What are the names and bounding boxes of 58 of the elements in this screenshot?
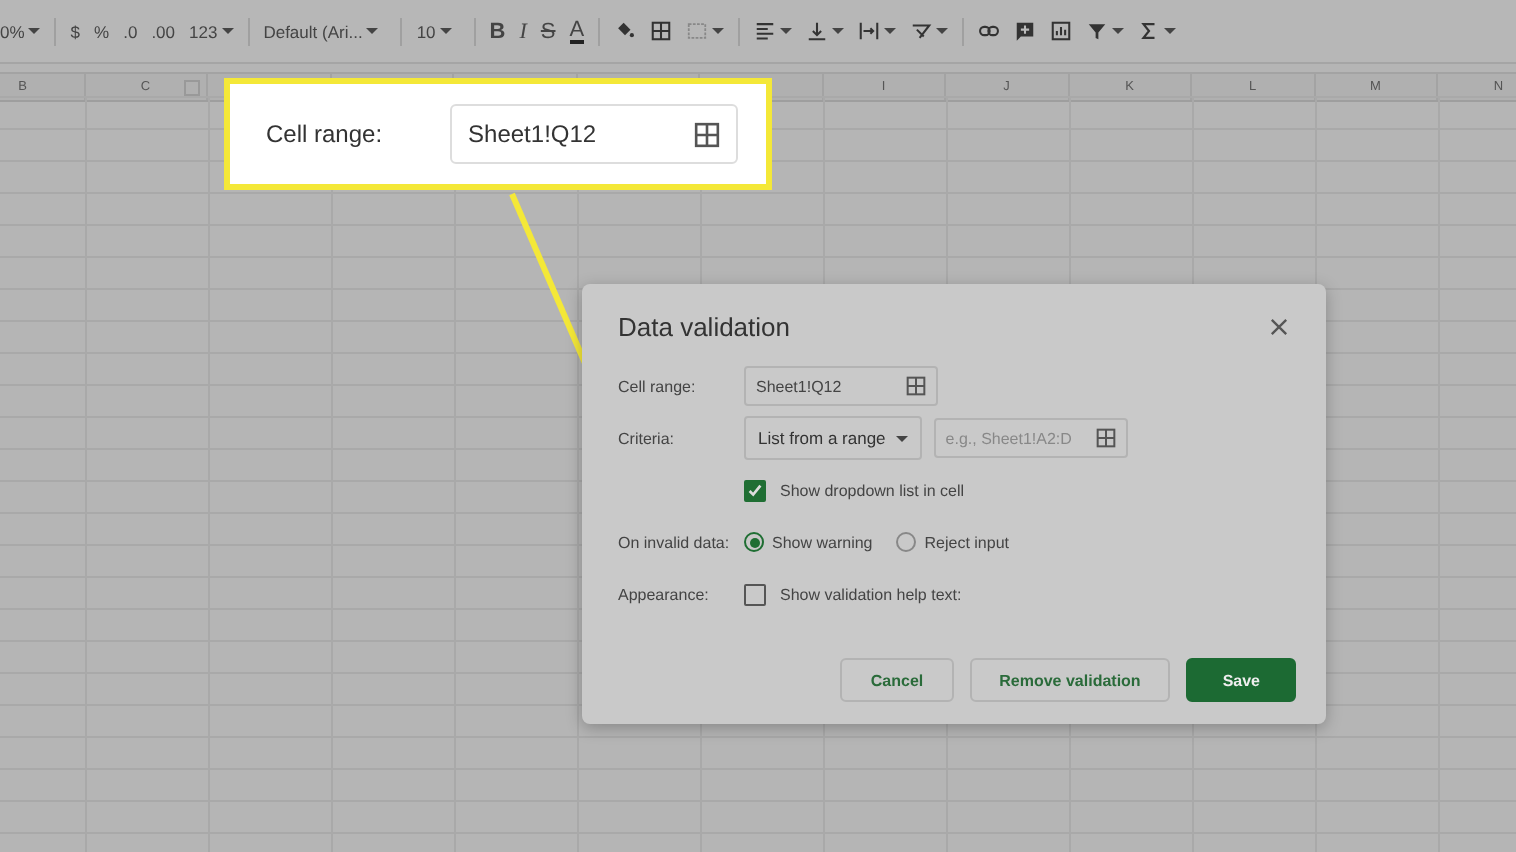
toolbar-button[interactable]: 0% bbox=[0, 21, 25, 41]
caret-icon[interactable] bbox=[884, 28, 897, 34]
radio-label: Show warning bbox=[772, 533, 873, 551]
dialog-button[interactable]: Remove validation bbox=[969, 658, 1171, 702]
criteria-dropdown[interactable]: List from a range bbox=[744, 416, 922, 460]
caret-icon[interactable] bbox=[712, 28, 725, 34]
toolbar-button[interactable]: S bbox=[540, 19, 556, 43]
toolbar-button[interactable]: I bbox=[519, 19, 527, 43]
checkbox[interactable] bbox=[744, 583, 766, 605]
cell-range-field[interactable]: Sheet1!Q12 bbox=[744, 366, 938, 406]
field-label: Appearance: bbox=[618, 585, 711, 603]
toolbar-button[interactable]: 10 bbox=[416, 21, 436, 41]
toolbar-button[interactable]: % bbox=[94, 21, 110, 41]
caret-icon[interactable] bbox=[366, 28, 379, 34]
align-left-icon[interactable] bbox=[754, 20, 777, 42]
checkbox[interactable] bbox=[744, 479, 766, 501]
caret-icon[interactable] bbox=[1164, 28, 1177, 34]
field-label: On invalid data: bbox=[618, 533, 732, 551]
grid-icon[interactable] bbox=[906, 376, 926, 396]
cell-range-field: Sheet1!Q12 bbox=[450, 104, 739, 164]
toolbar-button[interactable]: $ bbox=[70, 21, 81, 41]
caret-icon[interactable] bbox=[936, 28, 949, 34]
close-icon[interactable] bbox=[1270, 318, 1288, 336]
checkbox-label: Show validation help text: bbox=[780, 585, 962, 603]
text-rotate-icon[interactable] bbox=[910, 20, 933, 42]
caret-icon[interactable] bbox=[832, 28, 845, 34]
save-button[interactable]: Save bbox=[1186, 658, 1296, 702]
align-bottom-icon[interactable] bbox=[806, 20, 829, 42]
field-label: Cell range: bbox=[618, 377, 698, 395]
caret-icon[interactable] bbox=[780, 28, 793, 34]
caret-icon[interactable] bbox=[439, 28, 452, 34]
radio-button[interactable] bbox=[744, 532, 764, 552]
caret-icon[interactable] bbox=[221, 28, 234, 34]
caret-icon[interactable] bbox=[1112, 28, 1125, 34]
toolbar-button[interactable]: .0 bbox=[123, 21, 138, 41]
toolbar-button[interactable]: .00 bbox=[151, 21, 176, 41]
grid-icon[interactable] bbox=[1095, 428, 1116, 448]
toolbar-button[interactable]: B bbox=[489, 19, 506, 43]
sigma-icon[interactable] bbox=[1138, 20, 1161, 42]
dialog-button[interactable]: Cancel bbox=[840, 658, 954, 702]
text-wrap-icon[interactable] bbox=[858, 20, 881, 42]
toolbar-button[interactable]: Default (Ari... bbox=[263, 21, 363, 41]
checkbox-label: Show dropdown list in cell bbox=[780, 481, 965, 499]
field-label: Criteria: bbox=[618, 429, 677, 447]
dialog-title: Data validation bbox=[618, 312, 790, 342]
link-icon[interactable] bbox=[978, 20, 1001, 42]
chart-icon[interactable] bbox=[1050, 20, 1073, 42]
borders-icon[interactable] bbox=[650, 20, 673, 42]
field-label: Cell range: bbox=[266, 120, 383, 148]
toolbar-button[interactable]: 123 bbox=[189, 21, 218, 41]
grid-icon[interactable] bbox=[694, 121, 721, 147]
radio-button[interactable] bbox=[896, 532, 917, 552]
add-comment-icon[interactable] bbox=[1014, 20, 1037, 42]
merge-cells-icon[interactable] bbox=[686, 20, 709, 42]
paint-bucket-icon[interactable] bbox=[614, 20, 637, 42]
toolbar-button[interactable]: A bbox=[569, 19, 585, 43]
caret-icon[interactable] bbox=[28, 28, 41, 34]
radio-label: Reject input bbox=[924, 533, 1009, 551]
